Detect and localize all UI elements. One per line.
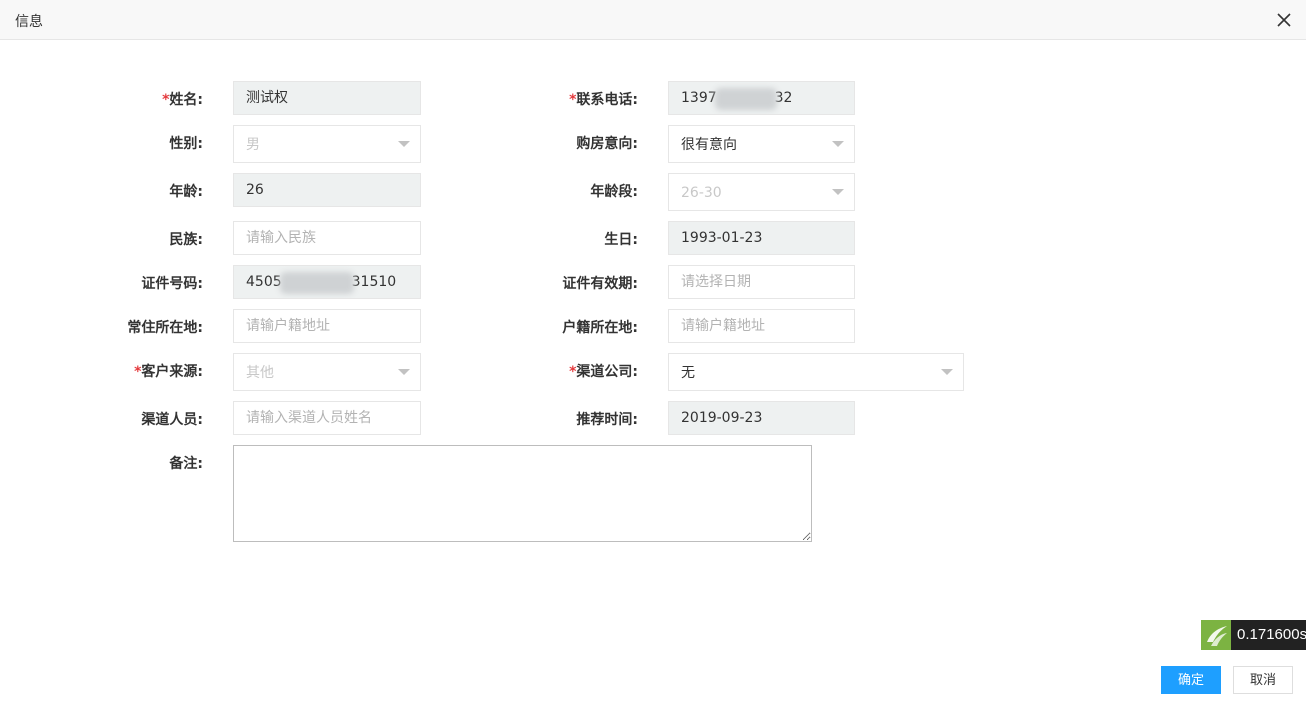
purchase-intent-select[interactable]: 很有意向	[668, 125, 855, 163]
referral-time-label: 推荐时间:	[468, 409, 638, 429]
id-number-label: 证件号码:	[33, 273, 203, 293]
channel-company-label-text: 渠道公司:	[576, 364, 638, 380]
name-field[interactable]: 测试权	[233, 81, 421, 115]
age-group-label: 年龄段:	[468, 181, 638, 201]
household-label-text: 户籍所在地:	[562, 320, 638, 336]
id-number-field[interactable]: 4505 31510	[233, 265, 421, 299]
birthday-value: 1993-01-23	[681, 230, 763, 246]
chevron-down-icon	[941, 369, 953, 375]
age-label: 年龄:	[33, 181, 203, 201]
timer-value: 0.171600s	[1231, 620, 1306, 650]
chevron-down-icon	[398, 141, 410, 147]
birthday-label: 生日:	[468, 229, 638, 249]
confirm-button[interactable]: 确定	[1161, 666, 1221, 694]
id-number-label-text: 证件号码:	[141, 276, 203, 292]
timer-widget: 0.171600s	[1201, 620, 1306, 650]
phone-value-end: 32	[774, 90, 793, 106]
birthday-label-text: 生日:	[604, 232, 638, 248]
customer-source-label-text: 客户来源:	[141, 364, 203, 380]
residence-placeholder: 请输户籍地址	[246, 318, 330, 334]
id-number-value-start: 4505	[246, 274, 282, 290]
channel-staff-placeholder: 请输入渠道人员姓名	[246, 410, 372, 426]
redaction-blur	[715, 88, 777, 110]
channel-staff-label-text: 渠道人员:	[141, 412, 203, 428]
name-label-text: 姓名:	[169, 92, 203, 108]
household-input[interactable]: 请输户籍地址	[668, 309, 855, 343]
close-icon[interactable]	[1274, 10, 1294, 30]
referral-time-field[interactable]: 2019-09-23	[668, 401, 855, 435]
chevron-down-icon	[398, 369, 410, 375]
age-group-value: 26-30	[681, 185, 722, 201]
chevron-down-icon	[832, 141, 844, 147]
customer-source-label: *客户来源:	[33, 361, 203, 381]
household-label: 户籍所在地:	[468, 317, 638, 337]
phone-label: *联系电话:	[468, 89, 638, 109]
name-label: *姓名:	[33, 89, 203, 109]
channel-staff-input[interactable]: 请输入渠道人员姓名	[233, 401, 421, 435]
dialog-header: 信息	[0, 0, 1306, 40]
purchase-intent-value: 很有意向	[681, 137, 737, 153]
remark-label-text: 备注:	[169, 456, 203, 472]
age-value: 26	[246, 182, 264, 198]
id-validity-label-text: 证件有效期:	[562, 276, 638, 292]
residence-input[interactable]: 请输户籍地址	[233, 309, 421, 343]
chevron-down-icon	[832, 189, 844, 195]
customer-source-select[interactable]: 其他	[233, 353, 421, 391]
gender-label-text: 性别:	[169, 136, 203, 152]
ethnicity-input[interactable]: 请输入民族	[233, 221, 421, 255]
birthday-field[interactable]: 1993-01-23	[668, 221, 855, 255]
age-label-text: 年龄:	[169, 184, 203, 200]
household-placeholder: 请输户籍地址	[681, 318, 765, 334]
channel-company-select[interactable]: 无	[668, 353, 964, 391]
leaf-logo-icon	[1201, 620, 1231, 650]
cancel-button[interactable]: 取消	[1233, 666, 1293, 694]
name-value: 测试权	[246, 90, 288, 106]
redaction-blur	[280, 272, 354, 294]
residence-label: 常住所在地:	[33, 317, 203, 337]
channel-company-value: 无	[681, 365, 695, 381]
ethnicity-label: 民族:	[33, 229, 203, 249]
referral-time-value: 2019-09-23	[681, 410, 763, 426]
remark-label: 备注:	[33, 453, 203, 473]
customer-source-value: 其他	[246, 365, 274, 381]
id-validity-date-input[interactable]: 请选择日期	[668, 265, 855, 299]
id-number-value-end: 31510	[351, 274, 397, 290]
gender-value: 男	[246, 137, 260, 153]
phone-value-start: 1397	[681, 90, 717, 106]
age-group-select[interactable]: 26-30	[668, 173, 855, 211]
phone-field[interactable]: 1397 32	[668, 81, 855, 115]
remark-textarea[interactable]	[233, 445, 812, 542]
phone-label-text: 联系电话:	[576, 92, 638, 108]
channel-staff-label: 渠道人员:	[33, 409, 203, 429]
purchase-intent-label-text: 购房意向:	[576, 136, 638, 152]
channel-company-label: *渠道公司:	[468, 361, 638, 381]
referral-time-label-text: 推荐时间:	[576, 412, 638, 428]
gender-label: 性别:	[33, 133, 203, 153]
residence-label-text: 常住所在地:	[127, 320, 203, 336]
ethnicity-label-text: 民族:	[169, 232, 203, 248]
purchase-intent-label: 购房意向:	[468, 133, 638, 153]
gender-select[interactable]: 男	[233, 125, 421, 163]
ethnicity-placeholder: 请输入民族	[246, 230, 316, 246]
dialog-title: 信息	[15, 14, 43, 30]
id-validity-label: 证件有效期:	[468, 273, 638, 293]
age-group-label-text: 年龄段:	[590, 184, 638, 200]
id-validity-placeholder: 请选择日期	[681, 274, 751, 290]
age-field[interactable]: 26	[233, 173, 421, 207]
